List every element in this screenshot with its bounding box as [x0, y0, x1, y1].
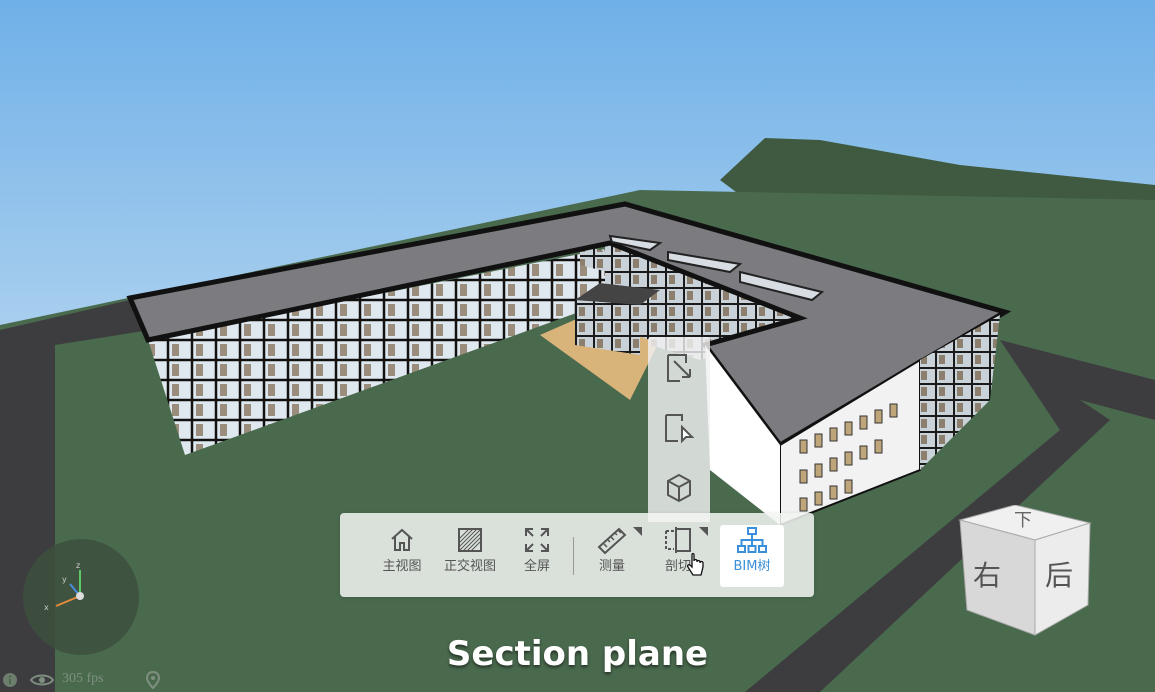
view-cube-left-label: 右 [973, 559, 1001, 592]
toolbar-bim-tree-button[interactable]: BIM树 [720, 525, 784, 587]
toolbar-measure-button[interactable]: 测量 [584, 525, 642, 587]
x-axis-label: x [44, 603, 49, 612]
fullscreen-icon [512, 525, 562, 559]
y-axis-label: y [62, 575, 67, 584]
section-popup [648, 337, 710, 522]
toolbar-home-label: 主视图 [382, 559, 422, 574]
submenu-indicator [699, 527, 708, 536]
eye-icon[interactable] [30, 673, 54, 687]
toolbar-fullscreen-label: 全屏 [523, 559, 550, 574]
z-axis-label: z [76, 561, 80, 570]
toolbar-measure-label: 测量 [598, 559, 625, 574]
view-cube-top-label: 下 [1014, 510, 1032, 531]
toolbar-fullscreen-button[interactable]: 全屏 [512, 525, 562, 587]
orthographic-view-icon [438, 525, 502, 559]
section-pick-face-icon[interactable] [660, 409, 698, 447]
section-axis-icon[interactable] [660, 349, 698, 387]
bottom-toolbar: 主视图 正交视图 全屏 测量 剖切 BIM树 [340, 513, 814, 597]
view-cube-right-label: 后 [1045, 559, 1073, 592]
home-icon [376, 525, 428, 559]
view-cube[interactable]: 下 右 后 [955, 505, 1095, 645]
caption: Section plane [446, 634, 709, 674]
info-icon[interactable] [2, 672, 18, 688]
toolbar-bim-tree-label: BIM树 [733, 559, 771, 574]
gizmo-origin [76, 592, 84, 600]
section-box-icon[interactable] [660, 469, 698, 507]
ruler-icon [584, 525, 640, 559]
toolbar-ortho-button[interactable]: 正交视图 [438, 525, 502, 587]
submenu-indicator [633, 527, 642, 536]
toolbar-home-button[interactable]: 主视图 [376, 525, 428, 587]
toolbar-divider [573, 537, 574, 575]
tree-icon [720, 525, 784, 559]
hand-cursor-icon [686, 553, 704, 576]
toolbar-ortho-label: 正交视图 [443, 559, 496, 574]
